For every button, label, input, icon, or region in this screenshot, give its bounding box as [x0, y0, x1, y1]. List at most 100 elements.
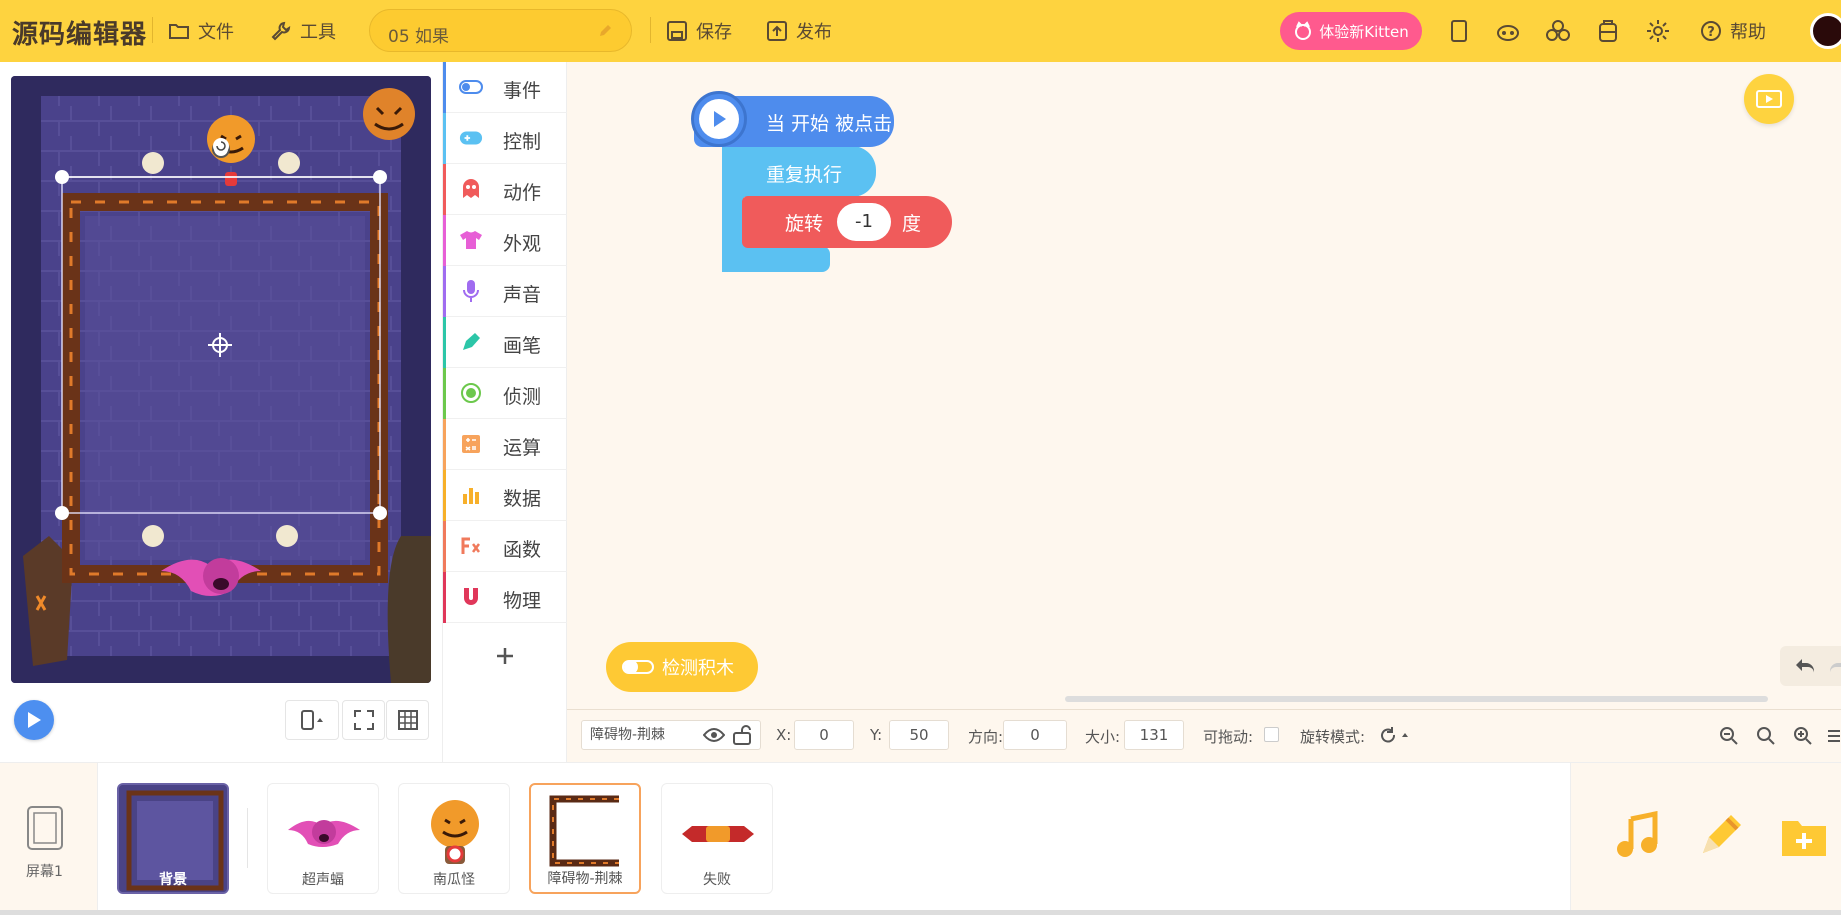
screen-tab[interactable]: 屏幕1	[0, 763, 98, 913]
run-button[interactable]	[14, 700, 54, 740]
category-looks[interactable]: 外观	[443, 215, 567, 266]
toggle-icon	[622, 660, 654, 674]
category-events[interactable]: 事件	[443, 62, 567, 113]
category-motion[interactable]: 动作	[443, 164, 567, 215]
rotation-mode-dropdown-icon[interactable]	[1380, 726, 1412, 744]
category-operators[interactable]: 运算	[443, 419, 567, 470]
code-workspace[interactable]: 重复执行 旋转 -1 度 当 开始 被点击 检测积木	[567, 62, 1841, 709]
eye-visibility-icon[interactable]	[703, 727, 725, 743]
sprite-card-fail[interactable]: 失败	[661, 783, 773, 894]
detect-blocks-button[interactable]: 检测积木	[606, 642, 758, 692]
draggable-checkbox[interactable]	[1264, 727, 1279, 742]
robot-icon[interactable]	[1495, 18, 1521, 44]
zoom-out-icon[interactable]	[1717, 724, 1741, 748]
user-avatar[interactable]	[1810, 13, 1841, 49]
tools-menu[interactable]: 工具	[270, 18, 336, 44]
project-title-field[interactable]: 05 如果	[369, 9, 632, 52]
block-categories: 事件 控制 动作 外观 声音 画笔 侦测 运算 数据 函数 物理	[443, 62, 567, 762]
hexagon-modules-icon[interactable]	[1545, 18, 1571, 44]
music-note-icon[interactable]	[1613, 811, 1663, 861]
sprite-card-bat[interactable]: 超声蝠	[267, 783, 379, 894]
screen-tab-label: 屏幕1	[26, 864, 63, 880]
size-label: 大小:	[1085, 728, 1121, 746]
tablet-icon[interactable]	[1446, 18, 1472, 44]
try-kitten-button[interactable]: 体验新Kitten	[1280, 12, 1422, 50]
category-sensing[interactable]: 侦测	[443, 368, 567, 419]
svg-text:?: ?	[1707, 25, 1715, 40]
sprite-card-label: 南瓜怪	[433, 872, 475, 888]
category-pen[interactable]: 画笔	[443, 317, 567, 368]
detect-blocks-label: 检测积木	[662, 658, 734, 679]
thorn-sprite-thumbnail	[549, 795, 619, 867]
plus-icon	[497, 648, 513, 664]
app-logo[interactable]: 源码编辑器	[12, 14, 147, 51]
device-size-dropdown[interactable]	[285, 700, 339, 740]
project-title: 05 如果	[388, 27, 450, 47]
grid-toggle-button[interactable]	[386, 700, 429, 740]
rotate-degrees-input[interactable]: -1	[837, 203, 891, 241]
file-menu[interactable]: 文件	[168, 18, 234, 44]
category-label: 事件	[503, 80, 542, 102]
category-color-bar	[443, 113, 446, 164]
fullscreen-icon	[353, 710, 374, 730]
publish-label: 发布	[796, 22, 832, 43]
pencil-paint-icon[interactable]	[1695, 811, 1745, 861]
category-label: 外观	[503, 233, 542, 255]
repeat-forever-block[interactable]: 重复执行	[722, 146, 876, 197]
tutorial-video-button[interactable]	[1744, 74, 1794, 124]
publish-button[interactable]: 发布	[766, 18, 832, 44]
help-button[interactable]: ? 帮助	[1700, 18, 1766, 44]
size-input[interactable]: 131	[1124, 720, 1184, 750]
category-label: 运算	[503, 437, 542, 459]
category-color-bar	[443, 368, 446, 419]
stage-panel	[0, 62, 443, 762]
backpack-icon[interactable]	[1595, 18, 1621, 44]
workspace-horizontal-scrollbar[interactable]	[1065, 696, 1768, 702]
y-input[interactable]: 50	[889, 720, 949, 750]
start-play-icon	[699, 99, 739, 139]
category-sound[interactable]: 声音	[443, 266, 567, 317]
background-card[interactable]: 背景	[117, 783, 229, 894]
add-folder-icon[interactable]	[1779, 811, 1829, 861]
rotate-block[interactable]: 旋转 -1 度	[742, 196, 952, 248]
category-label: 数据	[503, 488, 542, 510]
edit-pencil-icon	[600, 25, 611, 36]
settings-gear-icon[interactable]	[1645, 18, 1671, 44]
lock-icon[interactable]	[732, 725, 752, 745]
save-button[interactable]: 保存	[666, 18, 732, 44]
folder-icon	[169, 24, 189, 39]
sprite-card-pumpkin[interactable]: 南瓜怪	[398, 783, 510, 894]
start-hat-circle	[691, 91, 747, 147]
bottom-scrollbar[interactable]	[0, 910, 1841, 915]
category-control[interactable]: 控制	[443, 113, 567, 164]
category-functions[interactable]: 函数	[443, 521, 567, 572]
target-icon	[459, 382, 483, 404]
x-input[interactable]: 0	[794, 720, 854, 750]
stage-canvas[interactable]	[11, 76, 431, 683]
category-label: 侦测	[503, 386, 542, 408]
help-icon: ?	[1701, 21, 1721, 41]
zoom-in-icon[interactable]	[1791, 724, 1815, 748]
sprite-list-bar: 屏幕1 背景 超声蝠 南瓜怪 障碍物-荆棘 失败	[0, 762, 1841, 915]
fullscreen-button[interactable]	[342, 700, 385, 740]
sprite-name-value: 障碍物-荆棘	[590, 727, 666, 743]
function-icon	[459, 535, 483, 557]
hat-block-label: 当 开始 被点击	[766, 113, 893, 135]
direction-label: 方向:	[968, 728, 1004, 746]
undo-redo-group	[1780, 646, 1841, 686]
when-start-clicked-block[interactable]: 当 开始 被点击	[691, 91, 894, 147]
redo-icon[interactable]	[1828, 656, 1841, 676]
divider	[650, 17, 651, 43]
sprite-card-thorn-obstacle[interactable]: 障碍物-荆棘	[529, 783, 641, 894]
category-physics[interactable]: 物理	[443, 572, 567, 623]
menu-icon[interactable]	[1822, 724, 1841, 748]
direction-input[interactable]: 0	[1003, 720, 1067, 750]
category-color-bar	[443, 572, 446, 623]
sprite-card-label: 失败	[703, 872, 731, 888]
magnet-icon	[459, 586, 483, 608]
undo-icon[interactable]	[1794, 656, 1816, 676]
add-extension-button[interactable]	[443, 636, 567, 676]
zoom-reset-icon[interactable]	[1754, 724, 1778, 748]
category-data[interactable]: 数据	[443, 470, 567, 521]
stage-scene	[11, 76, 431, 683]
